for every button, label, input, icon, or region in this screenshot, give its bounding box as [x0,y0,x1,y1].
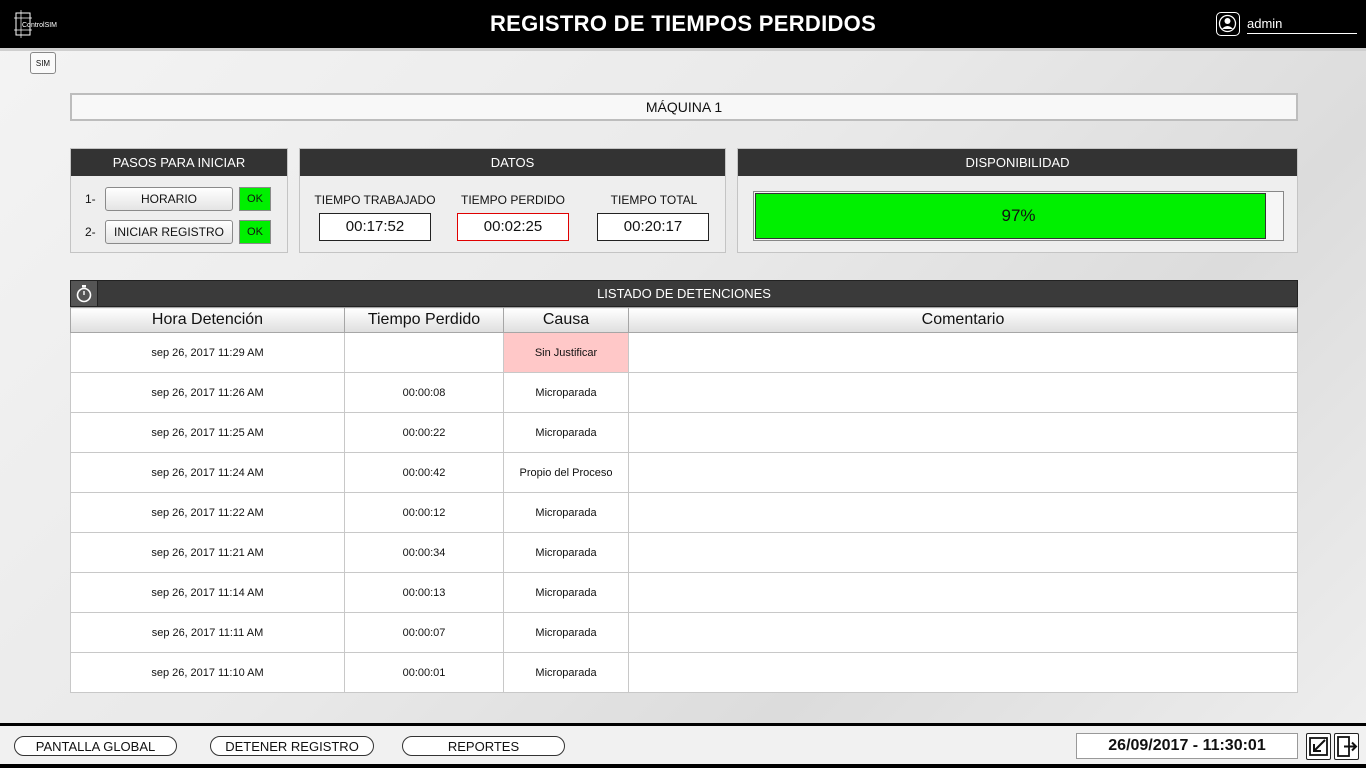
cause-cell[interactable]: Sin Justificar [503,332,629,373]
steps-panel: PASOS PARA INICIAR 1- HORARIO OK 2- INIC… [70,148,288,253]
start-register-button[interactable]: INICIAR REGISTRO [105,220,233,244]
cause-cell[interactable]: Microparada [503,652,629,693]
comment-cell[interactable] [628,652,1298,693]
cause-cell[interactable]: Microparada [503,492,629,533]
total-time-label: TIEMPO TOTAL [610,193,698,207]
table-row[interactable]: sep 26, 2017 11:26 AM 00:00:08 Micropara… [70,372,1298,413]
table-header-row: Hora Detención Tiempo Perdido Causa Come… [70,307,1298,333]
column-header-lost-time[interactable]: Tiempo Perdido [344,307,504,333]
availability-panel-title: DISPONIBILIDAD [738,149,1297,176]
minimize-icon[interactable] [1306,733,1331,760]
comment-cell[interactable] [628,492,1298,533]
lost-time-cell [344,332,504,373]
table-row[interactable]: sep 26, 2017 11:25 AM 00:00:22 Micropara… [70,412,1298,453]
table-row[interactable]: sep 26, 2017 11:14 AM 00:00:13 Micropara… [70,572,1298,613]
lost-time-value: 00:02:25 [457,213,569,241]
stop-time-cell: sep 26, 2017 11:21 AM [70,532,345,573]
start-register-ok-indicator: OK [239,220,271,244]
header-bar: ControlSIM REGISTRO DE TIEMPOS PERDIDOS … [0,0,1366,48]
stop-time-cell: sep 26, 2017 11:10 AM [70,652,345,693]
column-header-stop-time[interactable]: Hora Detención [70,307,345,333]
steps-panel-title: PASOS PARA INICIAR [71,149,287,176]
lost-time-cell: 00:00:42 [344,452,504,493]
sim-button[interactable]: SIM [30,52,56,74]
lost-time-cell: 00:00:13 [344,572,504,613]
data-panel: DATOS TIEMPO TRABAJADO 00:17:52 TIEMPO P… [299,148,726,253]
table-row[interactable]: sep 26, 2017 11:24 AM 00:00:42 Propio de… [70,452,1298,493]
lost-time-cell: 00:00:07 [344,612,504,653]
username-label[interactable]: admin [1247,16,1357,34]
lost-time-cell: 00:00:01 [344,652,504,693]
stopwatch-icon[interactable] [71,281,98,306]
comment-cell[interactable] [628,372,1298,413]
stops-table: Hora Detención Tiempo Perdido Causa Come… [70,307,1298,693]
comment-cell[interactable] [628,332,1298,373]
availability-value: 97% [1001,206,1036,225]
table-row[interactable]: sep 26, 2017 11:29 AM Sin Justificar [70,332,1298,373]
step-number: 2- [85,225,96,239]
cause-cell[interactable]: Propio del Proceso [503,452,629,493]
column-header-comment[interactable]: Comentario [628,307,1298,333]
exit-icon[interactable] [1334,733,1359,760]
table-row[interactable]: sep 26, 2017 11:10 AM 00:00:01 Micropara… [70,652,1298,693]
lost-time-cell: 00:00:08 [344,372,504,413]
stops-list-title: LISTADO DE DETENCIONES [597,286,771,301]
total-time-value: 00:20:17 [597,213,709,241]
worked-time-label: TIEMPO TRABAJADO [314,193,436,207]
schedule-button[interactable]: HORARIO [105,187,233,211]
comment-cell[interactable] [628,532,1298,573]
header-divider [0,48,1366,51]
cause-cell[interactable]: Microparada [503,372,629,413]
comment-cell[interactable] [628,572,1298,613]
lost-time-cell: 00:00:12 [344,492,504,533]
column-header-cause[interactable]: Causa [503,307,629,333]
cause-cell[interactable]: Microparada [503,572,629,613]
step-number: 1- [85,192,96,206]
datetime-display: 26/09/2017 - 11:30:01 [1076,733,1298,759]
global-screen-button[interactable]: PANTALLA GLOBAL [14,736,177,756]
stop-time-cell: sep 26, 2017 11:11 AM [70,612,345,653]
availability-bar: 97% [753,191,1284,241]
reports-button[interactable]: REPORTES [402,736,565,756]
table-row[interactable]: sep 26, 2017 11:22 AM 00:00:12 Micropara… [70,492,1298,533]
footer-divider [0,764,1366,768]
table-row[interactable]: sep 26, 2017 11:21 AM 00:00:34 Micropara… [70,532,1298,573]
page-title: REGISTRO DE TIEMPOS PERDIDOS [489,11,877,36]
stop-time-cell: sep 26, 2017 11:29 AM [70,332,345,373]
footer-bar: PANTALLA GLOBAL DETENER REGISTRO REPORTE… [0,723,1366,768]
stop-time-cell: sep 26, 2017 11:24 AM [70,452,345,493]
stop-time-cell: sep 26, 2017 11:22 AM [70,492,345,533]
table-row[interactable]: sep 26, 2017 11:11 AM 00:00:07 Micropara… [70,612,1298,653]
user-icon[interactable] [1216,12,1240,36]
data-panel-title: DATOS [300,149,725,176]
cause-cell[interactable]: Microparada [503,612,629,653]
cause-cell[interactable]: Microparada [503,412,629,453]
lost-time-label: TIEMPO PERDIDO [460,193,565,207]
lost-time-cell: 00:00:22 [344,412,504,453]
comment-cell[interactable] [628,612,1298,653]
stop-register-button[interactable]: DETENER REGISTRO [210,736,374,756]
worked-time-value: 00:17:52 [319,213,431,241]
stop-time-cell: sep 26, 2017 11:25 AM [70,412,345,453]
comment-cell[interactable] [628,452,1298,493]
schedule-ok-indicator: OK [239,187,271,211]
comment-cell[interactable] [628,412,1298,453]
lost-time-cell: 00:00:34 [344,532,504,573]
stop-time-cell: sep 26, 2017 11:26 AM [70,372,345,413]
machine-name: MÁQUINA 1 [70,93,1298,121]
availability-panel: DISPONIBILIDAD 97% [737,148,1298,253]
cause-cell[interactable]: Microparada [503,532,629,573]
stop-time-cell: sep 26, 2017 11:14 AM [70,572,345,613]
stops-list-header: LISTADO DE DETENCIONES [70,280,1298,307]
